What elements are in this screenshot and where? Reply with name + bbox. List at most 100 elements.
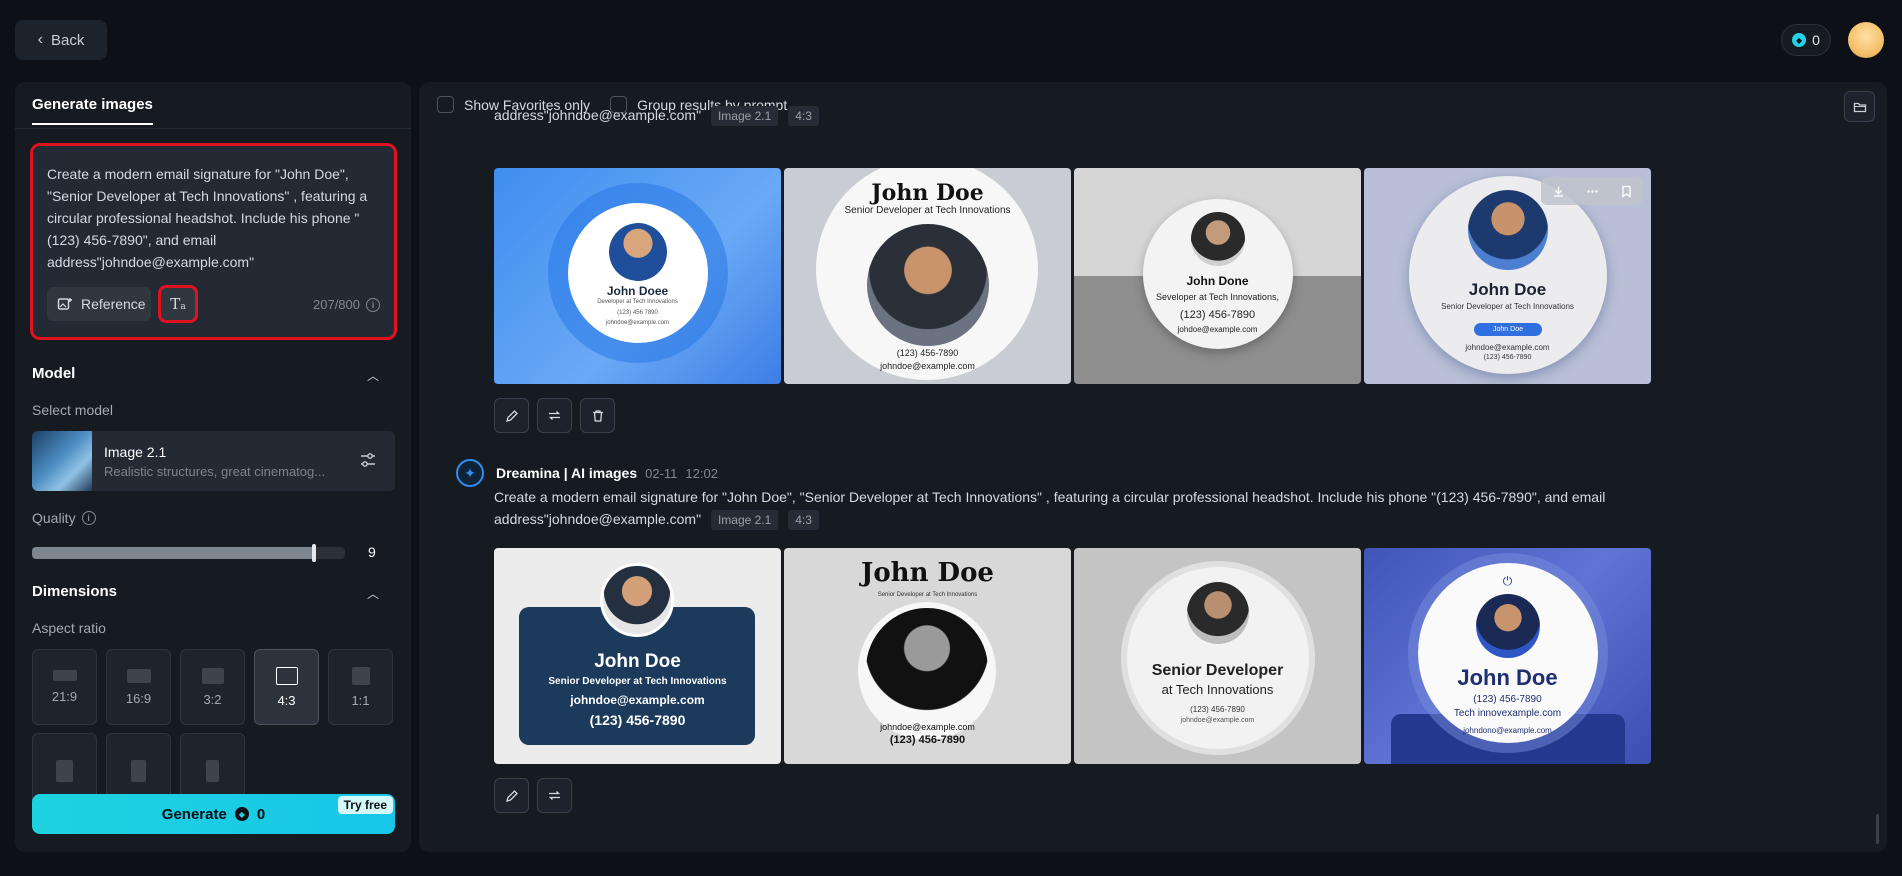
aspect-option-3-2[interactable]: 3:2 [180,649,245,725]
image-actions [494,398,615,433]
back-label: Back [50,31,85,49]
reference-button[interactable]: Reference [47,287,151,321]
aspect-label: 16:9 [125,690,152,706]
aspect-shape-icon [206,760,219,782]
card-line: (123) 456-7890 [1483,354,1532,361]
trash-icon [592,409,603,422]
card-name: John Doe [871,180,984,206]
image-row: John Doee Developer at Tech Innovations … [494,168,1651,384]
chevron-up-icon[interactable]: ︿ [367,367,379,384]
info-icon[interactable]: i [81,511,96,525]
result-image[interactable]: John Doe Senior Developer at Tech Innova… [1364,168,1651,384]
card-name: John Doee [606,284,669,298]
credits-badge[interactable]: ◆ 0 [1781,24,1831,56]
aspect-shape-icon [56,760,73,782]
card-line: (123) 456-7890 [1473,694,1542,705]
edit-button[interactable] [494,398,529,433]
aspect-label: 3:2 [203,691,222,707]
coin-icon: ◆ [234,807,249,821]
model-selector[interactable]: Image 2.1 Realistic structures, great ci… [32,431,395,491]
aspect-shape-icon [52,670,77,681]
char-count: 207/800 [313,297,360,312]
regenerate-button[interactable] [537,398,572,433]
quality-slider[interactable] [32,544,345,562]
gen-time: 12:02 [685,465,718,481]
aspect-ratio-label: Aspect ratio [32,620,106,636]
quality-slider-fill [32,547,314,559]
reference-label: Reference [81,296,146,312]
bookmark-icon[interactable] [1620,185,1633,198]
scrollbar[interactable] [1876,814,1879,844]
card-line: Senior Developer at Tech Innovations [844,205,1011,216]
chevron-up-icon[interactable]: ︿ [367,585,379,602]
result-image[interactable]: John Doe Senior Developer at Tech Innova… [784,168,1071,384]
model-description: Realistic structures, great cinematog... [104,464,326,479]
prompt-line-1: Create a modern email signature for "Joh… [494,489,1606,505]
dimensions-section-title[interactable]: Dimensions [32,583,117,600]
card-name: John Doe [861,558,994,588]
prompt-line-2: address"johndoe@example.com" [494,511,702,527]
prompt-input[interactable]: Create a modern email signature for "Joh… [47,163,377,273]
results-panel: Show Favorites only Group results by pro… [419,82,1887,852]
model-tag: Image 2.1 [710,106,779,126]
aspect-option-4-3[interactable]: 4:3 [254,649,319,725]
quality-slider-handle[interactable] [312,544,316,562]
back-button[interactable]: ‹ Back [15,20,107,60]
aspect-shape-icon [126,668,151,683]
aspect-option-1-1[interactable]: 1:1 [328,649,393,725]
card-line: johndoe@example.com [880,361,975,371]
result-image[interactable]: Senior Developer at Tech Innovations (12… [1074,548,1361,764]
card-name: Senior Developer [1151,662,1284,679]
headshot [600,563,674,637]
card-line: johndoe@example.com [605,320,670,326]
checkbox-box[interactable] [437,96,454,113]
aspect-shape-icon [201,667,224,684]
model-section-title[interactable]: Model [32,365,75,382]
info-icon[interactable]: i [366,297,380,312]
quality-row: Quality i [32,510,96,526]
folder-icon [1853,102,1866,112]
avatar[interactable] [1848,22,1884,58]
image-row: John Doe Senior Developer at Tech Innova… [494,548,1651,764]
regenerate-button[interactable] [537,778,572,813]
edit-icon [505,409,518,422]
result-image[interactable]: John Doee Developer at Tech Innovations … [494,168,781,384]
more-icon[interactable] [1586,185,1599,198]
text-icon: Ta [170,295,186,313]
reference-icon [57,298,72,310]
aspect-option-16-9[interactable]: 16:9 [106,649,171,725]
delete-button[interactable] [580,398,615,433]
image-actions [494,778,572,813]
chevron-left-icon: ‹ [37,31,43,48]
headshot [1187,582,1249,644]
text-style-button[interactable]: Ta [158,285,198,323]
folder-button[interactable] [1844,91,1875,122]
model-tag: Image 2.1 [710,510,779,530]
card-line: Developer at Tech Innovations [597,299,678,305]
result-image[interactable]: John Done Seveloper at Tech Innovations,… [1074,168,1361,384]
try-free-badge: Try free [337,796,393,814]
result-image[interactable]: ⏻ John Doe (123) 456-7890 Tech innovexam… [1364,548,1651,764]
aspect-shape-icon [131,760,146,782]
aspect-label: 21:9 [51,689,78,704]
prompt-box[interactable]: Create a modern email signature for "Joh… [30,143,397,340]
settings-sliders-icon[interactable] [359,451,377,469]
aspect-option-21-9[interactable]: 21:9 [32,649,97,725]
card-line: (123) 456-7890 [1179,309,1256,321]
edit-button[interactable] [494,778,529,813]
card-line: at Tech Innovations [1161,682,1274,697]
card-line: johdoe@example.com [1177,325,1258,334]
card-line: Senior Developer at Tech Innovations [1441,302,1574,311]
tab-generate-images[interactable]: Generate images [32,96,153,125]
prompt-tail: address"johndoe@example.com" [494,107,702,123]
card-name: John Done [1186,274,1249,288]
edit-icon [505,789,518,802]
download-icon[interactable] [1552,185,1565,198]
author-name: Dreamina | AI images [496,465,638,481]
generate-button[interactable]: Generate ◆ 0 Try free [32,794,395,834]
result-image[interactable]: John Doe Senior Developer at Tech Innova… [784,548,1071,764]
card-line: johndoe@example.com [1465,343,1550,352]
result-image[interactable]: John Doe Senior Developer at Tech Innova… [494,548,781,764]
card-line: (123) 456-7890 [589,712,686,728]
card-line: johndoe@example.com [1180,717,1255,724]
